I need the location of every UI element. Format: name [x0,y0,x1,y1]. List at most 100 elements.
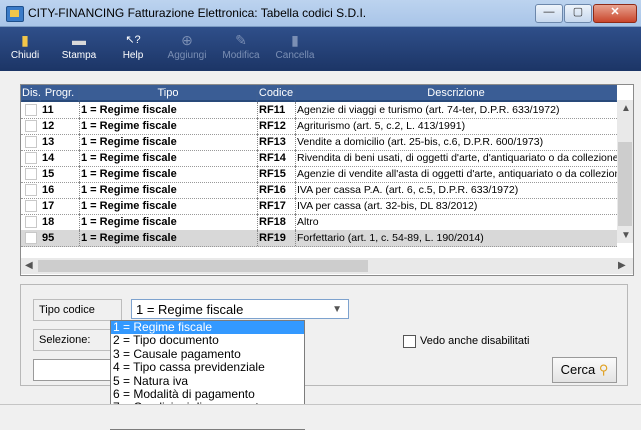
disabled-checkbox[interactable] [25,136,37,148]
table-row[interactable]: 18 1 = Regime fiscale RF18 Altro [21,214,617,231]
cerca-button[interactable]: Cerca ⚲ [552,357,617,383]
scroll-up-icon[interactable]: ▲ [621,103,631,114]
disabled-checkbox[interactable] [25,152,37,164]
tipo-cell: 1 = Regime fiscale [79,230,258,246]
header-codice[interactable]: Codice [257,85,295,102]
scroll-down-icon[interactable]: ▼ [621,230,631,241]
table-row[interactable]: 13 1 = Regime fiscale RF13 Vendite a domici… [21,134,617,151]
header-descrizione[interactable]: Descrizione [295,85,617,102]
disabled-cell[interactable] [23,150,37,166]
progr-cell: 14 [40,150,80,166]
app-icon [6,6,24,22]
maximize-button[interactable]: ▢ [564,4,592,23]
add-icon: ⊕ [181,32,193,48]
dropdown-option[interactable]: 2 = Tipo documento [111,333,304,347]
disabled-checkbox[interactable] [25,200,37,212]
codice-cell: RF15 [257,166,296,182]
dropdown-option[interactable]: 4 = Tipo cassa previdenziale [111,360,304,374]
table-row[interactable]: 11 1 = Regime fiscale RF11 Agenzie di viagg… [21,102,617,119]
chevron-down-icon[interactable]: ▼ [332,300,342,320]
descrizione-cell: Agenzie di vendite all'asta di oggetti d… [297,168,619,180]
disabled-checkbox[interactable] [25,120,37,132]
codice-cell: RF18 [257,214,296,230]
descrizione-cell: Vendite a domicilio (art. 25-bis, c.6, D… [297,136,544,148]
tipo-cell: 1 = Regime fiscale [79,134,258,150]
help-button[interactable]: ↖? Help [110,30,156,68]
minimize-button[interactable]: — [535,4,563,23]
stampa-button[interactable]: ▬ Stampa [56,30,102,68]
disabled-cell[interactable] [23,166,37,182]
codice-cell: RF11 [257,102,296,118]
tipo-cell: 1 = Regime fiscale [79,198,258,214]
progr-cell: 95 [40,230,80,246]
descrizione-cell: Agriturismo (art. 5, c.2, L. 413/1991) [297,120,466,132]
edit-icon: ✎ [235,32,247,48]
table-row[interactable]: 15 1 = Regime fiscale RF15 Agenzie di vendi… [21,166,619,183]
progr-cell: 18 [40,214,80,230]
vertical-scroll-thumb[interactable] [618,142,632,226]
table-row[interactable]: 12 1 = Regime fiscale RF12 Agriturismo (art… [21,118,617,135]
horizontal-scrollbar[interactable]: ◀ ▶ [21,258,633,274]
disabled-checkbox[interactable] [25,232,37,244]
stampa-label: Stampa [61,50,97,61]
tipo-cell: 1 = Regime fiscale [79,182,258,198]
disabled-cell[interactable] [23,230,37,246]
table-row[interactable]: 16 1 = Regime fiscale RF16 IVA per cassa P.… [21,182,617,199]
help-arrow-icon: ↖? [125,34,141,46]
tipo-cell: 1 = Regime fiscale [79,102,258,118]
vedo-disabilitati-checkbox[interactable]: Vedo anche disabilitati [403,334,529,348]
tipo-codice-select[interactable]: 1 = Regime fiscale ▼ [131,299,349,319]
progr-cell: 16 [40,182,80,198]
codice-cell: RF17 [257,198,296,214]
progr-cell: 12 [40,118,80,134]
table-row[interactable]: 17 1 = Regime fiscale RF17 IVA per cassa (a… [21,198,617,215]
table-row[interactable]: 14 1 = Regime fiscale RF14 Rivendita di ben… [21,150,619,167]
disabled-cell[interactable] [23,214,37,230]
cancella-label: Cancella [275,50,315,61]
progr-cell: 13 [40,134,80,150]
dropdown-option[interactable]: 3 = Causale pagamento [111,347,304,361]
progr-cell: 11 [40,102,80,118]
codice-cell: RF19 [257,230,296,246]
disabled-cell[interactable] [23,134,37,150]
disabled-cell[interactable] [23,198,37,214]
vertical-scrollbar[interactable]: ▲ ▼ [617,100,633,243]
header-dis[interactable]: Dis. [21,85,41,102]
header-tipo[interactable]: Tipo [79,85,257,102]
cancella-button[interactable]: ▮ Cancella [272,30,318,68]
disabled-checkbox[interactable] [25,104,37,116]
checkbox-box[interactable] [403,334,416,348]
scroll-left-icon[interactable]: ◀ [25,260,33,271]
disabled-checkbox[interactable] [25,184,37,196]
modifica-button[interactable]: ✎ Modifica [218,30,264,68]
table-header: Dis. Progr. Tipo Codice Descrizione [21,85,617,102]
window-title: CITY-FINANCING Fatturazione Elettronica:… [28,6,367,20]
codice-cell: RF13 [257,134,296,150]
descrizione-cell: IVA per cassa P.A. (art. 6, c.5, D.P.R. … [297,184,519,196]
disabled-cell[interactable] [23,182,37,198]
vedo-disabilitati-label: Vedo anche disabilitati [420,335,530,347]
modifica-label: Modifica [222,50,260,61]
descrizione-cell: Forfettario (art. 1, c. 54-89, L. 190/20… [297,232,484,244]
codice-cell: RF14 [257,150,296,166]
dropdown-option[interactable]: 1 = Regime fiscale [111,320,304,335]
disabled-checkbox[interactable] [25,216,37,228]
dropdown-option[interactable]: 5 = Natura iva [111,374,304,388]
search-icon: ⚲ [598,362,609,377]
disabled-cell[interactable] [23,102,37,118]
disabled-cell[interactable] [23,118,37,134]
close-button[interactable]: ✕ [593,4,637,23]
codice-cell: RF12 [257,118,296,134]
table-row[interactable]: 95 1 = Regime fiscale RF19 Forfettario (art… [21,230,617,247]
codes-table: Dis. Progr. Tipo Codice Descrizione 11 1 … [20,84,634,276]
scroll-right-icon[interactable]: ▶ [618,260,626,271]
descrizione-cell: IVA per cassa (art. 32-bis, DL 83/2012) [297,200,478,212]
disabled-checkbox[interactable] [25,168,37,180]
horizontal-scroll-thumb[interactable] [38,260,368,272]
header-progr[interactable]: Progr. [40,85,79,102]
dropdown-option[interactable]: 6 = Modalità di pagamento [111,387,304,401]
chiudi-button[interactable]: ▮ Chiudi [2,30,48,68]
aggiungi-button[interactable]: ⊕ Aggiungi [164,30,210,68]
dropdown-options: 1 = Regime fiscale 2 = Tipo documento 3 = … [111,320,304,415]
aggiungi-label: Aggiungi [167,50,207,61]
